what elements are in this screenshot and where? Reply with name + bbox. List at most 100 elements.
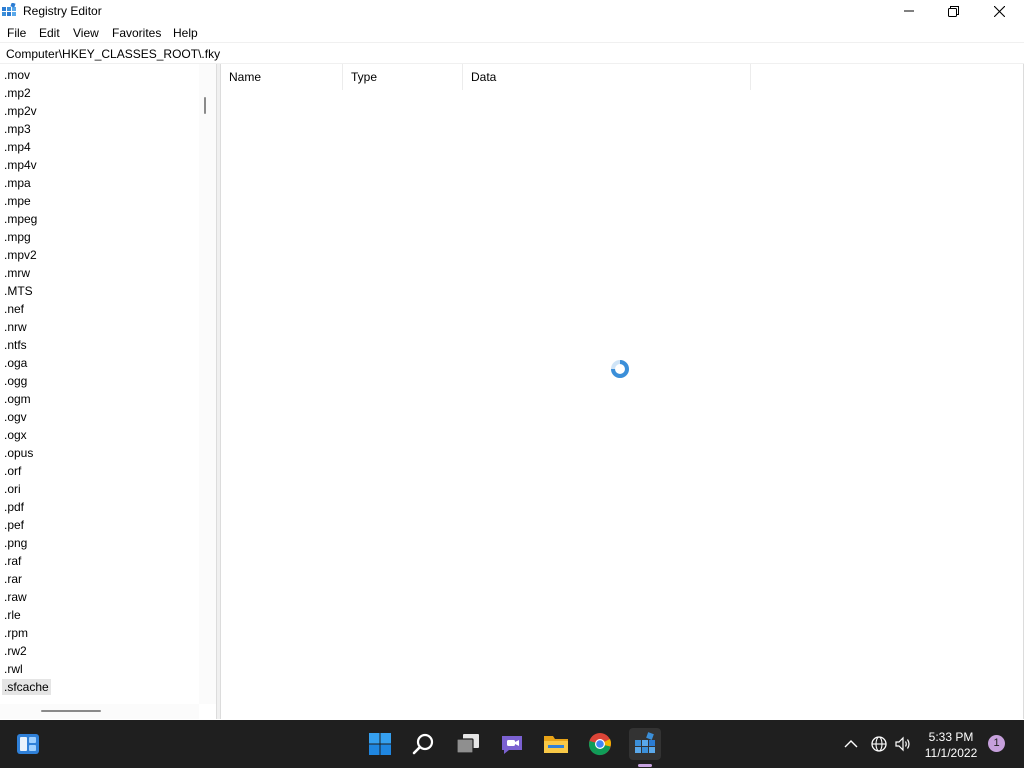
search-button[interactable] [408,728,440,760]
tree-item-label: .rpm [4,626,28,640]
tree-item-label: .mp4 [4,140,31,154]
tree-item[interactable]: .ori [0,480,198,498]
tree-item-label: .rwl [4,662,23,676]
values-pane[interactable]: Name Type Data [220,64,1024,719]
chevron-up-icon [844,740,858,748]
tree-item[interactable]: .ogx [0,426,198,444]
tree-item[interactable]: .rle [0,606,198,624]
tree-item[interactable]: .mrw [0,264,198,282]
volume-icon [895,736,910,752]
tree-item[interactable]: .rar [0,570,198,588]
column-header-type[interactable]: Type [343,64,463,90]
menu-view[interactable]: View [73,26,99,40]
file-explorer-button[interactable] [540,728,572,760]
tree-item[interactable]: .ogv [0,408,198,426]
tree-item[interactable]: .mp4 [0,138,198,156]
registry-editor-icon [2,3,16,16]
tree-item[interactable]: .mpa [0,174,198,192]
tree-item[interactable]: .mpg [0,228,198,246]
tree-item[interactable]: .mp4v [0,156,198,174]
tree-item-label: .ogm [4,392,31,406]
tree-item-label: .mp4v [4,158,37,172]
column-header-name[interactable]: Name [221,64,343,90]
tree-item-label: .opus [4,446,34,460]
tree-horizontal-scroll-thumb[interactable] [41,710,101,712]
tree-item[interactable]: .mpeg [0,210,198,228]
tree-item-label: .ogg [4,374,28,388]
tree-vertical-scrollbar[interactable] [199,64,216,704]
tree-item-label: .rar [4,572,22,586]
restore-button[interactable] [930,0,976,22]
tree-item[interactable]: .raw [0,588,198,606]
address-bar[interactable]: Computer\HKEY_CLASSES_ROOT\.fky [0,42,1024,64]
tree-horizontal-scrollbar[interactable] [0,704,199,719]
menu-file[interactable]: File [7,26,26,40]
restore-icon [947,5,959,17]
menu-help[interactable]: Help [173,26,198,40]
tree-item-label: .ntfs [4,338,27,352]
tree-item[interactable]: .pdf [0,498,198,516]
chrome-button[interactable] [584,728,616,760]
tree-item-label: .mpa [4,176,31,190]
tree-item-label: .sfcache [2,679,51,695]
tree-item[interactable]: .raf [0,552,198,570]
tree-item-label: .oga [4,356,28,370]
tree-item-label: .pef [4,518,25,532]
search-icon [412,733,434,755]
network-button[interactable] [869,734,889,754]
widgets-icon [17,734,39,754]
tree-item-label: .ogv [4,410,27,424]
tree-item[interactable]: .mov [0,66,198,84]
close-button[interactable] [976,0,1022,22]
task-view-button[interactable] [452,728,484,760]
key-tree: .mov .mp2 .mp2v .mp3 .mp4 .mp4v .mpa .mpe .mpeg.… [0,66,198,696]
taskbar: 5:33 PM 11/1/2022 1 [0,720,1024,768]
window-title: Registry Editor [23,4,102,18]
tree-item[interactable]: .ogm [0,390,198,408]
column-header-data[interactable]: Data [463,64,751,90]
chat-button[interactable] [496,728,528,760]
tree-item[interactable]: .orf [0,462,198,480]
tree-vertical-scroll-thumb[interactable] [204,97,206,114]
tree-item[interactable]: .mp2 [0,84,198,102]
tree-item[interactable]: .rwl [0,660,198,678]
widgets-button[interactable] [12,728,44,760]
chrome-icon [588,733,611,756]
tree-item[interactable]: .ogg [0,372,198,390]
tree-item[interactable]: .mp2v [0,102,198,120]
address-path[interactable]: Computer\HKEY_CLASSES_ROOT\.fky [6,47,220,61]
tree-item[interactable]: .pef [0,516,198,534]
registry-editor-taskbar-button[interactable] [629,728,661,760]
tree-item-label: .mp3 [4,122,31,136]
tree-item-label: .mov [4,68,31,82]
clock-date: 11/1/2022 [924,746,978,760]
tree-item[interactable]: .png [0,534,198,552]
tree-item[interactable]: .rpm [0,624,198,642]
minimize-button[interactable] [886,0,932,22]
tree-item[interactable]: .opus [0,444,198,462]
tree-item[interactable]: .oga [0,354,198,372]
taskbar-clock[interactable]: 5:33 PM 11/1/2022 [916,729,986,761]
tree-item[interactable]: .mpe [0,192,198,210]
notification-badge[interactable]: 1 [988,735,1005,752]
tree-item-label: .rle [4,608,21,622]
tree-item-label: .raw [4,590,27,604]
show-hidden-icons-button[interactable] [841,734,861,754]
tree-item[interactable]: .nef [0,300,198,318]
volume-button[interactable] [893,734,913,754]
tree-item[interactable]: .mp3 [0,120,198,138]
tree-item[interactable]: .ntfs [0,336,198,354]
tree-item-label: .mpv2 [4,248,37,262]
tree-item[interactable]: .mpv2 [0,246,198,264]
tree-item-label: .rw2 [4,644,27,658]
tree-item-label: .mrw [4,266,30,280]
tree-item[interactable]: .sfcache [0,678,198,696]
tree-item[interactable]: .nrw [0,318,198,336]
menu-favorites[interactable]: Favorites [112,26,161,40]
tree-item-label: .ori [4,482,21,496]
tree-item[interactable]: .rw2 [0,642,198,660]
tree-item[interactable]: .MTS [0,282,198,300]
menu-edit[interactable]: Edit [39,26,60,40]
clock-time: 5:33 PM [928,730,974,744]
start-button[interactable] [364,728,396,760]
